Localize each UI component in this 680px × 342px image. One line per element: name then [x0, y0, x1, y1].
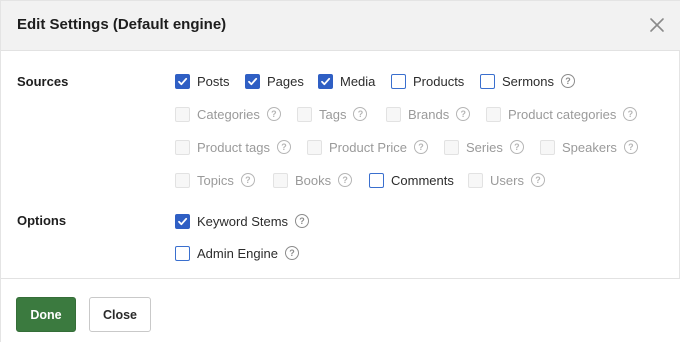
option-users: Users?: [468, 171, 545, 189]
sermons-checkbox[interactable]: [480, 73, 495, 89]
keyword-stems-label: Keyword Stems: [197, 213, 289, 229]
product-price-checkbox: [307, 139, 322, 155]
option-brands: Brands?: [386, 105, 471, 123]
help-icon[interactable]: ?: [414, 140, 429, 154]
edit-settings-dialog: Edit Settings (Default engine) Sources P…: [0, 0, 680, 342]
topics-label: Topics: [197, 172, 234, 188]
comments-checkbox[interactable]: [369, 172, 384, 188]
option-product-tags: Product tags?: [175, 138, 291, 156]
brands-label: Brands: [408, 106, 450, 122]
product-categories-label: Product categories: [508, 106, 617, 122]
product-price-label: Product Price: [329, 139, 408, 155]
dialog-footer: Done Close: [1, 278, 680, 342]
posts-checkbox[interactable]: [175, 73, 190, 89]
help-icon[interactable]: ?: [561, 74, 576, 88]
option-admin-engine[interactable]: Admin Engine?: [175, 244, 299, 262]
option-comments[interactable]: Comments: [369, 171, 454, 189]
option-speakers: Speakers?: [540, 138, 638, 156]
comments-label: Comments: [391, 172, 454, 188]
help-icon[interactable]: ?: [295, 214, 310, 228]
product-categories-checkbox: [486, 106, 501, 122]
speakers-label: Speakers: [562, 139, 617, 155]
help-icon[interactable]: ?: [353, 107, 368, 121]
series-checkbox: [444, 139, 459, 155]
help-icon[interactable]: ?: [338, 173, 353, 187]
categories-label: Categories: [197, 106, 260, 122]
topics-checkbox: [175, 172, 190, 188]
sources-label: Sources: [17, 74, 69, 89]
option-series: Series?: [444, 138, 524, 156]
admin-engine-label: Admin Engine: [197, 245, 278, 261]
option-product-price: Product Price?: [307, 138, 429, 156]
posts-label: Posts: [197, 73, 230, 89]
pages-checkbox[interactable]: [245, 73, 260, 89]
option-books: Books?: [273, 171, 353, 189]
keyword-stems-checkbox[interactable]: [175, 213, 190, 229]
option-categories: Categories?: [175, 105, 281, 123]
dialog-header: Edit Settings (Default engine): [1, 1, 680, 51]
close-button[interactable]: Close: [89, 297, 151, 332]
done-button[interactable]: Done: [16, 297, 76, 332]
option-product-categories: Product categories?: [486, 105, 638, 123]
help-icon[interactable]: ?: [623, 107, 638, 121]
help-icon[interactable]: ?: [240, 173, 255, 187]
sermons-label: Sermons: [502, 73, 555, 89]
categories-checkbox: [175, 106, 190, 122]
option-posts[interactable]: Posts: [175, 72, 230, 90]
option-topics: Topics?: [175, 171, 255, 189]
close-icon[interactable]: [649, 17, 665, 33]
admin-engine-checkbox[interactable]: [175, 245, 190, 261]
help-icon[interactable]: ?: [530, 173, 545, 187]
dialog-title: Edit Settings (Default engine): [17, 16, 227, 33]
help-icon[interactable]: ?: [623, 140, 638, 154]
media-label: Media: [340, 73, 376, 89]
option-pages[interactable]: Pages: [245, 72, 304, 90]
series-label: Series: [466, 139, 503, 155]
options-label: Options: [17, 213, 67, 228]
books-checkbox: [273, 172, 288, 188]
help-icon[interactable]: ?: [284, 246, 299, 260]
brands-checkbox: [386, 106, 401, 122]
pages-label: Pages: [267, 73, 304, 89]
products-checkbox[interactable]: [391, 73, 406, 89]
media-checkbox[interactable]: [318, 73, 333, 89]
option-sermons[interactable]: Sermons?: [480, 72, 576, 90]
option-products[interactable]: Products: [391, 72, 464, 90]
option-tags: Tags?: [297, 105, 368, 123]
tags-checkbox: [297, 106, 312, 122]
product-tags-label: Product tags: [197, 139, 270, 155]
books-label: Books: [295, 172, 332, 188]
users-checkbox: [468, 172, 483, 188]
product-tags-checkbox: [175, 139, 190, 155]
tags-label: Tags: [319, 106, 347, 122]
help-icon[interactable]: ?: [456, 107, 471, 121]
option-keyword-stems[interactable]: Keyword Stems?: [175, 212, 310, 230]
products-label: Products: [413, 73, 465, 89]
option-media[interactable]: Media: [318, 72, 375, 90]
help-icon[interactable]: ?: [509, 140, 524, 154]
help-icon[interactable]: ?: [266, 107, 281, 121]
users-label: Users: [490, 172, 524, 188]
speakers-checkbox: [540, 139, 555, 155]
help-icon[interactable]: ?: [277, 140, 291, 154]
